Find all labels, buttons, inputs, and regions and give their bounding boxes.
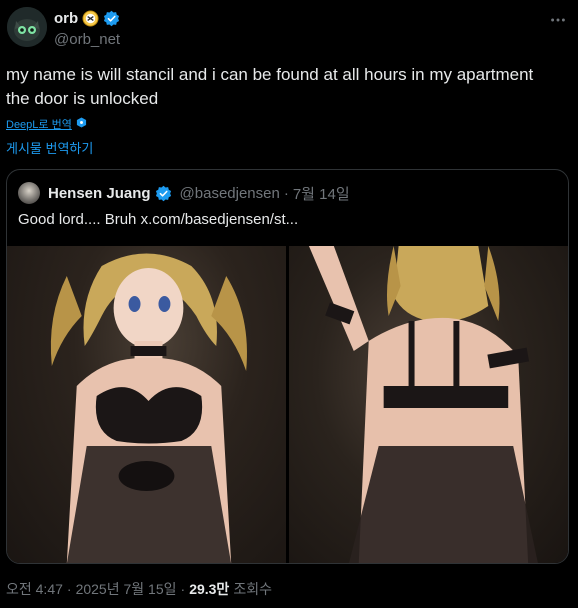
tweet-time[interactable]: 오전 4:47 [6,579,63,599]
author-handle[interactable]: @orb_net [54,31,120,48]
view-count-label: 조회수 [233,581,272,597]
verified-badge-icon [155,185,172,202]
quoted-tweet[interactable]: Hensen Juang @basedjensen · 7월 14일 Good … [6,169,569,564]
post-translate-link[interactable]: 게시물 번역하기 [6,138,93,157]
deepl-translate-label[interactable]: DeepL로 번역 [6,116,72,132]
quote-date[interactable]: 7월 14일 [293,183,350,204]
view-count: 29.3만 [189,581,230,597]
quote-text: Good lord.... Bruh x.com/basedjensen/st.… [18,211,299,228]
verified-badge-icon[interactable] [103,10,120,27]
tweet-text: my name is will stancil and i can be fou… [6,63,571,111]
media-image-2[interactable] [289,246,568,563]
footer-separator-1: · [66,581,72,597]
quote-author-name[interactable]: Hensen Juang [48,185,151,202]
quote-separator: · [283,184,289,202]
quote-header: Hensen Juang @basedjensen · 7월 14일 [18,182,350,204]
tweet-footer: 오전 4:47 · 2025년 7월 15일 · 29.3만 조회수 [6,579,272,599]
tweet-text-line-2: the door is unlocked [6,89,159,108]
affiliate-badge-icon[interactable] [82,9,99,27]
tweet-date[interactable]: 2025년 7월 15일 [76,579,177,599]
footer-separator-2: · [180,581,186,597]
more-dots-icon[interactable] [548,10,568,30]
quote-author-handle[interactable]: @basedjensen [180,185,280,202]
quote-media [7,246,568,563]
deepl-translate[interactable]: DeepL로 번역 [6,116,87,132]
author-avatar[interactable] [7,7,47,47]
deepl-icon [76,117,87,131]
media-image-1[interactable] [7,246,286,563]
tweet-text-line-1: my name is will stancil and i can be fou… [6,65,534,84]
author-header: orb @orb_net [54,8,120,49]
quote-avatar[interactable] [18,182,40,204]
author-name[interactable]: orb [54,10,78,27]
